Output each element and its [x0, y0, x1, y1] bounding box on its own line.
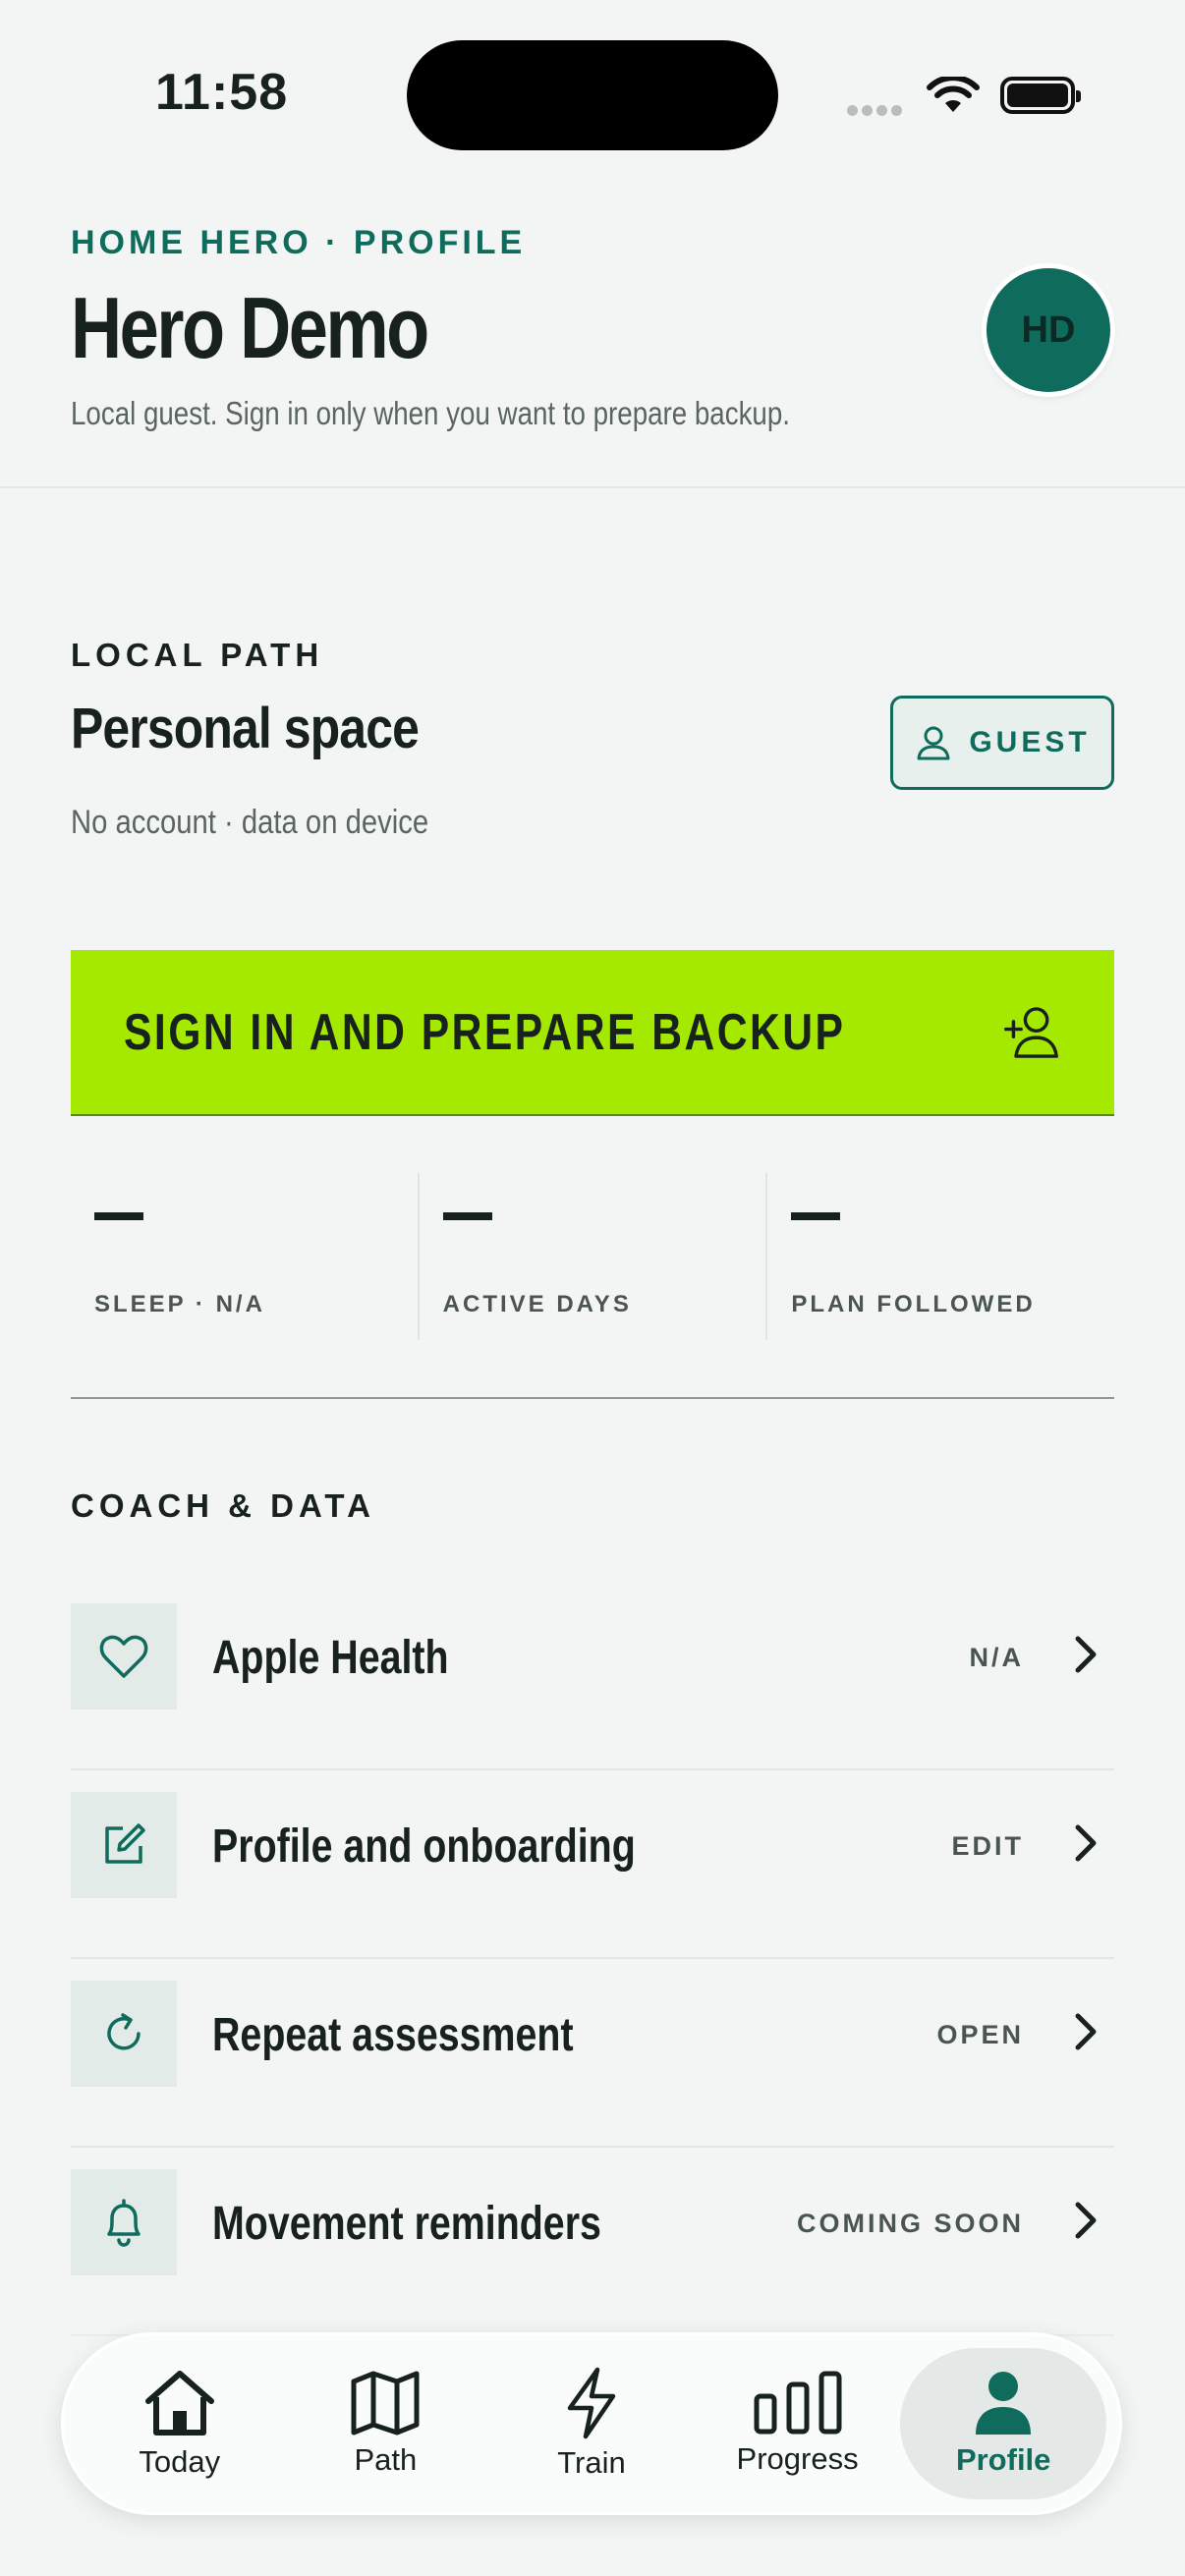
- refresh-icon: [107, 2013, 141, 2050]
- tab-label: Progress: [736, 2441, 859, 2476]
- heart-icon: [99, 1635, 148, 1678]
- stat-sleep: SLEEP · N/A: [71, 1173, 420, 1340]
- battery-icon: [1000, 77, 1081, 114]
- stat-plan-followed-value: [791, 1212, 841, 1220]
- sign-in-backup-label: SIGN IN AND PREPARE BACKUP: [124, 1003, 846, 1061]
- list-item-repeat-assessment[interactable]: Repeat assessment OPEN: [71, 1959, 1114, 2148]
- tab-train[interactable]: Train: [488, 2348, 695, 2499]
- tab-label: Profile: [955, 2442, 1051, 2477]
- bar-chart-icon: [754, 2371, 842, 2435]
- coach-data-list: Apple Health N/A Profile and onboarding …: [71, 1582, 1114, 2336]
- tab-label: Today: [139, 2444, 221, 2479]
- heart-icon-box: [71, 1603, 177, 1709]
- stat-sleep-value: [94, 1212, 143, 1220]
- chevron-right-icon: [1075, 1636, 1097, 1673]
- tab-label: Path: [354, 2442, 418, 2477]
- tab-label: Train: [557, 2445, 626, 2480]
- stat-active-days-value: [442, 1212, 492, 1220]
- local-path-subtitle: No account · data on device: [71, 804, 429, 841]
- list-item-status: OPEN: [936, 2020, 1024, 2049]
- local-path-title: Personal space: [71, 697, 420, 760]
- status-bar: 11:58: [0, 0, 1185, 192]
- header-eyebrow: HOME HERO · PROFILE: [71, 224, 527, 261]
- stats-row: SLEEP · N/A ACTIVE DAYS PLAN FOLLOWED: [71, 1173, 1114, 1340]
- bell-icon-box: [71, 2169, 177, 2275]
- person-add-icon: [1003, 1006, 1058, 1058]
- sign-in-backup-button[interactable]: SIGN IN AND PREPARE BACKUP: [71, 950, 1114, 1116]
- tab-bar: Today Path Train Progress Profile: [61, 2332, 1122, 2515]
- chevron-right-icon: [1075, 2202, 1097, 2239]
- page-subtitle: Local guest. Sign in only when you want …: [71, 395, 790, 431]
- guest-badge-button[interactable]: GUEST: [890, 696, 1114, 790]
- list-item-status: N/A: [969, 1643, 1024, 1672]
- avatar-initials: HD: [1021, 308, 1076, 351]
- list-item-status: EDIT: [951, 1831, 1024, 1861]
- tab-progress[interactable]: Progress: [695, 2348, 901, 2499]
- person-icon: [976, 2372, 1032, 2435]
- bell-icon: [107, 2199, 141, 2247]
- page-title: Hero Demo: [71, 279, 429, 376]
- stat-plan-followed-label: PLAN FOLLOWED: [791, 1291, 1036, 1317]
- header-divider: [0, 486, 1185, 488]
- list-item-profile-onboarding[interactable]: Profile and onboarding EDIT: [71, 1770, 1114, 1959]
- coach-data-label: COACH & DATA: [71, 1487, 375, 1524]
- refresh-icon-box: [71, 1981, 177, 2087]
- local-path-label: LOCAL PATH: [71, 637, 324, 673]
- stats-divider: [71, 1397, 1114, 1399]
- list-item-title: Movement reminders: [212, 2198, 601, 2250]
- tab-profile[interactable]: Profile: [900, 2348, 1106, 2499]
- wifi-icon: [927, 77, 980, 112]
- list-item-apple-health[interactable]: Apple Health N/A: [71, 1582, 1114, 1770]
- status-time: 11:58: [155, 64, 289, 121]
- dynamic-island: [407, 40, 778, 150]
- avatar[interactable]: HD: [987, 268, 1110, 392]
- cellular-signal-icon: [847, 103, 908, 117]
- stat-active-days: ACTIVE DAYS: [420, 1173, 768, 1340]
- stat-plan-followed: PLAN FOLLOWED: [767, 1173, 1114, 1340]
- chevron-right-icon: [1075, 1824, 1097, 1862]
- list-item-title: Apple Health: [212, 1632, 449, 1684]
- stat-active-days-label: ACTIVE DAYS: [442, 1291, 632, 1317]
- list-item-title: Profile and onboarding: [212, 1820, 636, 1873]
- tab-today[interactable]: Today: [77, 2348, 283, 2499]
- list-item-title: Repeat assessment: [212, 2009, 574, 2061]
- tab-path[interactable]: Path: [283, 2348, 489, 2499]
- home-icon: [144, 2371, 214, 2436]
- bolt-icon: [567, 2367, 616, 2439]
- stat-sleep-label: SLEEP · N/A: [94, 1291, 265, 1317]
- person-icon: [917, 726, 950, 760]
- edit-icon: [105, 1823, 145, 1864]
- edit-icon-box: [71, 1792, 177, 1898]
- map-icon: [351, 2371, 420, 2436]
- list-item-status: COMING SOON: [796, 2209, 1024, 2238]
- guest-badge-label: GUEST: [969, 726, 1091, 758]
- chevron-right-icon: [1075, 2013, 1097, 2050]
